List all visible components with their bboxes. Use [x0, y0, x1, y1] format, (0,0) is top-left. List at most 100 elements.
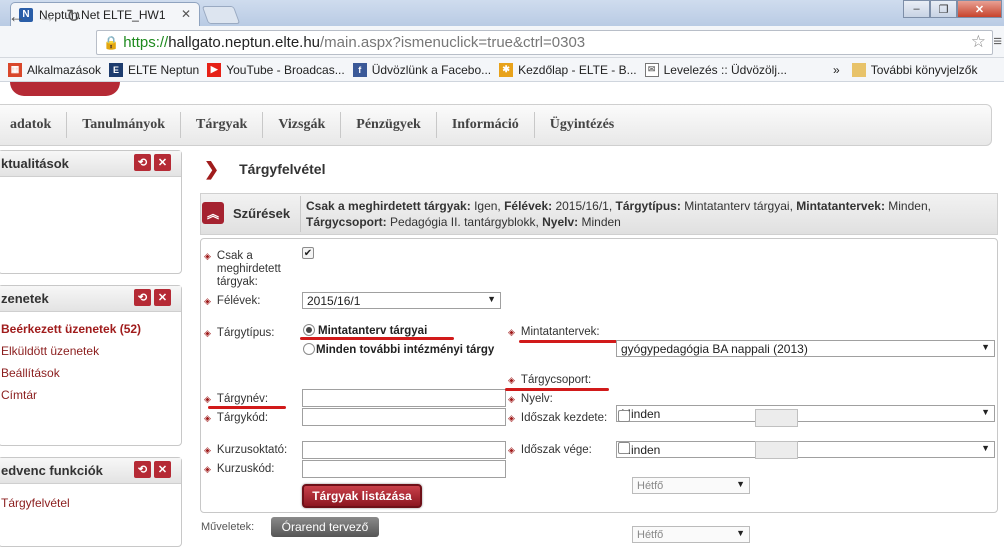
- course-registration-link[interactable]: Tárgyfelvétel: [0, 492, 181, 514]
- diamond-bullet-icon: ◈: [204, 328, 211, 338]
- bookmark-label: ELTE Neptun: [128, 62, 200, 77]
- facebook-icon: f: [352, 62, 367, 77]
- bookmark-item[interactable]: ▶ YouTube - Broadcas...: [207, 62, 345, 77]
- course-code-label: ◈ Kurzuskód:: [204, 463, 275, 475]
- tab-close-icon[interactable]: ✕: [181, 7, 191, 21]
- menu-item-informacio[interactable]: Információ: [437, 112, 535, 138]
- dropdown-arrow-icon: ▼: [487, 294, 496, 304]
- filter-summary: Csak a meghirdetett tárgyak: Igen, Félév…: [306, 199, 931, 229]
- type-option-all-label: Minden további intézményi tárgy: [316, 344, 495, 356]
- diamond-bullet-icon: ◈: [508, 327, 515, 337]
- bookmark-item[interactable]: f Üdvözlünk a Facebo...: [352, 62, 491, 77]
- lock-icon: 🔒: [103, 34, 120, 50]
- bookmark-item[interactable]: E ELTE Neptun: [109, 62, 200, 77]
- favorites-panel: edvenc funkciók ⟲ ✕ Tárgyfelvétel: [0, 457, 182, 547]
- bookmark-label: Kezdőlap - ELTE - B...: [518, 62, 637, 77]
- diamond-bullet-icon: ◈: [508, 445, 515, 455]
- course-code-input[interactable]: [302, 460, 506, 478]
- semester-select[interactable]: 2015/16/1 ▼: [302, 292, 501, 309]
- maximize-icon[interactable]: ❐: [930, 0, 957, 18]
- period-end-day-select[interactable]: Hétfő ▼: [632, 526, 750, 543]
- diamond-bullet-icon: ◈: [204, 394, 211, 404]
- menu-item-penzugyek[interactable]: Pénzügyek: [341, 112, 437, 138]
- close-icon[interactable]: ✕: [154, 154, 171, 171]
- neptun-logo: [10, 82, 120, 96]
- diamond-bullet-icon: ◈: [204, 251, 211, 261]
- panel-buttons: ⟲ ✕: [134, 289, 171, 306]
- diamond-bullet-icon: ◈: [204, 445, 211, 455]
- inbox-link[interactable]: Beérkezett üzenetek (52): [0, 318, 181, 340]
- subject-name-label: ◈ Tárgynév:: [204, 393, 269, 405]
- refresh-icon[interactable]: ⟲: [134, 289, 151, 306]
- menu-item-adatok[interactable]: adatok: [0, 112, 68, 138]
- youtube-icon: ▶: [207, 62, 222, 77]
- new-tab-button[interactable]: [201, 6, 241, 24]
- only-announced-checkbox[interactable]: ✔: [302, 247, 314, 259]
- bookmark-item[interactable]: ▦ Alkalmazások: [8, 62, 102, 77]
- folder-icon: [851, 62, 866, 77]
- minimize-icon[interactable]: –: [903, 0, 930, 18]
- menu-item-targyak[interactable]: Tárgyak: [181, 112, 264, 138]
- bookmarks-overflow-button[interactable]: »: [833, 63, 840, 77]
- timetable-planner-button[interactable]: Órarend tervező: [271, 517, 379, 537]
- refresh-icon[interactable]: ⟲: [134, 154, 151, 171]
- menu-item-vizsgak[interactable]: Vizsgák: [263, 112, 342, 138]
- type-radio-all[interactable]: [303, 343, 315, 355]
- red-underline: [300, 337, 454, 340]
- browser-menu-icon[interactable]: ≡: [993, 33, 1002, 50]
- other-bookmarks-label: További könyvjelzők: [870, 62, 978, 77]
- bookmark-item[interactable]: ✉ Levelezés :: Üdvözölj...: [644, 62, 787, 77]
- diamond-bullet-icon: ◈: [204, 296, 211, 306]
- diamond-bullet-icon: ◈: [508, 375, 515, 385]
- type-option-curriculum-label: Mintatanterv tárgyai: [318, 325, 428, 337]
- language-label: ◈ Nyelv:: [508, 393, 553, 405]
- diamond-bullet-icon: ◈: [204, 464, 211, 474]
- close-icon[interactable]: ✕: [154, 461, 171, 478]
- menu-item-tanulmanyok[interactable]: Tanulmányok: [67, 112, 181, 138]
- period-start-checkbox[interactable]: [618, 410, 630, 422]
- close-icon[interactable]: ✕: [154, 289, 171, 306]
- bookmarks-bar: ▦ Alkalmazások E ELTE Neptun ▶ YouTube -…: [0, 58, 1004, 82]
- group-select[interactable]: Minden ▼: [616, 405, 995, 422]
- main-menu: adatok Tanulmányok Tárgyak Vizsgák Pénzü…: [0, 104, 992, 146]
- content-header: ❯ Tárgyfelvétel: [200, 152, 998, 186]
- period-end-time-input[interactable]: [755, 441, 798, 459]
- tab-title: Neptun.Net ELTE_HW1: [39, 7, 166, 22]
- back-icon[interactable]: ←: [8, 6, 26, 27]
- chevron-right-icon: ❯: [204, 158, 220, 179]
- bookmark-label: Alkalmazások: [27, 62, 102, 77]
- menu-item-ugyintezes[interactable]: Ügyintézés: [535, 112, 630, 138]
- only-announced-label: ◈ Csak a meghirdetett tárgyak:: [204, 250, 281, 288]
- panel-title: zenetek: [1, 291, 49, 306]
- list-subjects-button[interactable]: Tárgyak listázása: [302, 484, 422, 508]
- collapse-filter-icon[interactable]: ︽: [202, 202, 224, 224]
- period-end-checkbox[interactable]: [618, 442, 630, 454]
- forward-icon[interactable]: →: [38, 6, 56, 27]
- refresh-icon[interactable]: ⟲: [134, 461, 151, 478]
- settings-link[interactable]: Beállítások: [0, 362, 181, 384]
- type-label: ◈ Tárgytípus:: [204, 327, 275, 339]
- directory-link[interactable]: Címtár: [0, 384, 181, 406]
- curriculum-select[interactable]: gyógypedagógia BA nappali (2013) ▼: [616, 340, 995, 357]
- reload-icon[interactable]: ↻: [66, 6, 81, 27]
- dropdown-arrow-icon: ▼: [736, 479, 745, 489]
- semester-label: ◈ Félévek:: [204, 295, 261, 307]
- period-start-time-input[interactable]: [755, 409, 798, 427]
- dropdown-arrow-icon: ▼: [981, 407, 990, 417]
- teacher-input[interactable]: [302, 441, 506, 459]
- type-radio-curriculum[interactable]: [303, 324, 315, 336]
- panel-buttons: ⟲ ✕: [134, 461, 171, 478]
- sent-messages-link[interactable]: Elküldött üzenetek: [0, 340, 181, 362]
- address-bar[interactable]: 🔒 https:// hallgato.neptun.elte.hu /main…: [96, 30, 993, 55]
- bookmark-star-icon[interactable]: ☆: [971, 32, 986, 52]
- apps-grid-icon: ▦: [8, 62, 22, 77]
- bookmark-item[interactable]: ✱ Kezdőlap - ELTE - B...: [499, 62, 637, 77]
- news-panel: ktualitások ⟲ ✕: [0, 150, 182, 274]
- period-start-day-select[interactable]: Hétfő ▼: [632, 477, 750, 494]
- close-window-icon[interactable]: ✕: [957, 0, 1002, 18]
- subject-name-input[interactable]: [302, 389, 506, 407]
- subject-code-input[interactable]: [302, 408, 506, 426]
- filter-label: Szűrések: [233, 206, 291, 221]
- other-bookmarks[interactable]: További könyvjelzők: [851, 62, 978, 77]
- language-select[interactable]: Minden ▼: [616, 441, 995, 458]
